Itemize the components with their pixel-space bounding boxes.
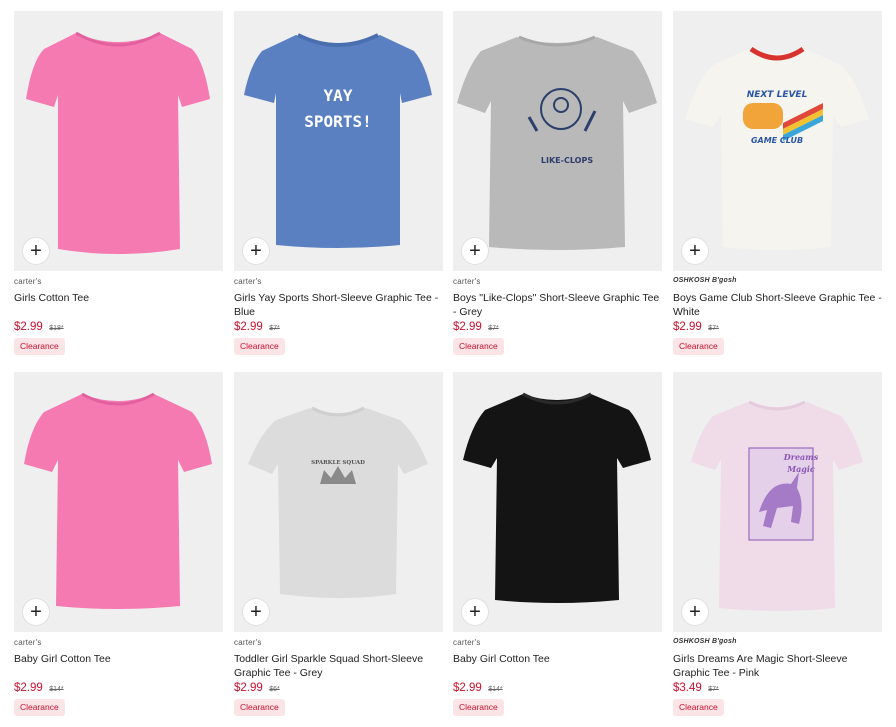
brand-label: carter's: [14, 277, 42, 286]
graphic-text: LIKE-CLOPS: [541, 156, 593, 165]
tshirt-image: YAY SPORTS!: [244, 33, 432, 248]
original-price: $18*: [49, 325, 64, 332]
sale-price: $2.99: [14, 321, 43, 333]
product-title[interactable]: Baby Girl Cotton Tee: [14, 652, 223, 666]
tshirt-image: NEXT LEVEL GAME CLUB: [685, 46, 869, 250]
graphic-text: Dreams: [783, 452, 819, 462]
sale-price: $2.99: [234, 682, 263, 694]
add-to-cart-button[interactable]: +: [682, 238, 708, 264]
clearance-badge: Clearance: [14, 699, 65, 716]
brand-label: carter's: [234, 638, 262, 647]
price-row: $2.99 $18*: [14, 317, 64, 335]
plus-icon: +: [689, 239, 701, 262]
price-row: $2.99 $6*: [234, 678, 280, 696]
plus-icon: +: [30, 600, 42, 623]
sale-price: $2.99: [234, 321, 263, 333]
add-to-cart-button[interactable]: +: [682, 599, 708, 625]
add-to-cart-button[interactable]: +: [462, 238, 488, 264]
plus-icon: +: [469, 239, 481, 262]
brand-label: carter's: [14, 638, 42, 647]
product-title[interactable]: Girls Yay Sports Short-Sleeve Graphic Te…: [234, 291, 443, 319]
brand-label: OSHKOSH B'gosh: [673, 638, 737, 645]
tshirt-image: Dreams Magic: [691, 400, 863, 611]
plus-icon: +: [689, 600, 701, 623]
product-grid: + carter's Girls Cotton Tee $2.99 $18* C…: [0, 0, 896, 727]
product-title[interactable]: Toddler Girl Sparkle Squad Short-Sleeve …: [234, 652, 443, 680]
graphic-text: YAY: [324, 86, 353, 105]
product-image[interactable]: +: [453, 372, 662, 632]
plus-icon: +: [250, 239, 262, 262]
graphic-text: GAME CLUB: [751, 136, 803, 145]
graphic-text: Magic: [786, 464, 815, 474]
product-image[interactable]: +: [14, 372, 223, 632]
clearance-badge: Clearance: [14, 338, 65, 355]
tshirt-image: [463, 392, 651, 603]
sale-price: $2.99: [673, 321, 702, 333]
product-image[interactable]: LIKE-CLOPS +: [453, 11, 662, 271]
tshirt-image: [24, 392, 212, 609]
clearance-badge: Clearance: [673, 699, 724, 716]
add-to-cart-button[interactable]: +: [23, 599, 49, 625]
product-title[interactable]: Baby Girl Cotton Tee: [453, 652, 662, 666]
price-row: $2.99 $7*: [453, 317, 499, 335]
original-price: $7*: [708, 325, 719, 332]
price-row: $2.99 $7*: [673, 317, 719, 335]
graphic-text: NEXT LEVEL: [747, 90, 808, 100]
product-image[interactable]: Dreams Magic +: [673, 372, 882, 632]
sale-price: $2.99: [453, 321, 482, 333]
original-price: $14*: [488, 686, 503, 693]
clearance-badge: Clearance: [234, 338, 285, 355]
add-to-cart-button[interactable]: +: [243, 238, 269, 264]
product-title[interactable]: Girls Cotton Tee: [14, 291, 223, 305]
clearance-badge: Clearance: [453, 699, 504, 716]
product-title[interactable]: Boys "Like-Clops" Short-Sleeve Graphic T…: [453, 291, 662, 319]
product-image[interactable]: YAY SPORTS! +: [234, 11, 443, 271]
clearance-badge: Clearance: [453, 338, 504, 355]
product-image[interactable]: NEXT LEVEL GAME CLUB +: [673, 11, 882, 271]
product-image[interactable]: SPARKLE SQUAD +: [234, 372, 443, 632]
brand-label: carter's: [453, 277, 481, 286]
graphic-text: SPORTS!: [304, 112, 371, 131]
price-row: $2.99 $14*: [453, 678, 503, 696]
sale-price: $2.99: [453, 682, 482, 694]
clearance-badge: Clearance: [234, 699, 285, 716]
graphic-text: SPARKLE SQUAD: [311, 460, 365, 466]
brand-label: OSHKOSH B'gosh: [673, 277, 737, 284]
product-title[interactable]: Boys Game Club Short-Sleeve Graphic Tee …: [673, 291, 882, 319]
price-row: $2.99 $14*: [14, 678, 64, 696]
tshirt-image: LIKE-CLOPS: [457, 35, 657, 250]
product-title[interactable]: Girls Dreams Are Magic Short-Sleeve Grap…: [673, 652, 882, 680]
sale-price: $3.49: [673, 682, 702, 694]
tshirt-image: SPARKLE SQUAD: [248, 406, 428, 598]
original-price: $7*: [269, 325, 280, 332]
clearance-badge: Clearance: [673, 338, 724, 355]
plus-icon: +: [469, 600, 481, 623]
add-to-cart-button[interactable]: +: [243, 599, 269, 625]
add-to-cart-button[interactable]: +: [23, 238, 49, 264]
original-price: $6*: [269, 686, 280, 693]
plus-icon: +: [30, 239, 42, 262]
original-price: $14*: [49, 686, 64, 693]
tshirt-image: [26, 31, 210, 254]
add-to-cart-button[interactable]: +: [462, 599, 488, 625]
brand-label: carter's: [234, 277, 262, 286]
price-row: $2.99 $7*: [234, 317, 280, 335]
product-image[interactable]: +: [14, 11, 223, 271]
sale-price: $2.99: [14, 682, 43, 694]
original-price: $7*: [708, 686, 719, 693]
original-price: $7*: [488, 325, 499, 332]
plus-icon: +: [250, 600, 262, 623]
price-row: $3.49 $7*: [673, 678, 719, 696]
brand-label: carter's: [453, 638, 481, 647]
